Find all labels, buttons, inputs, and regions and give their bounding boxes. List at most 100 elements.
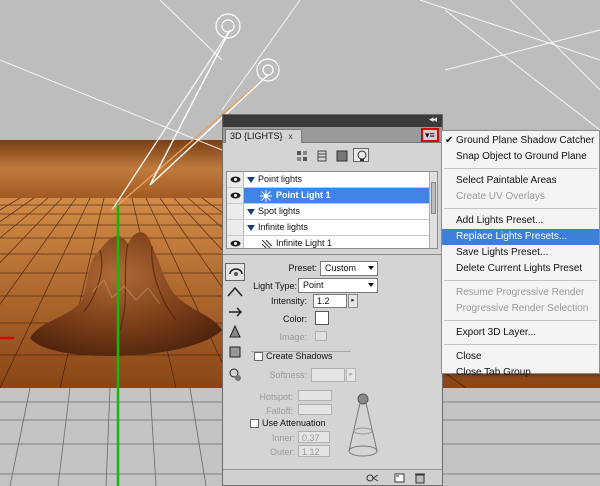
eye-icon[interactable] <box>227 172 244 187</box>
falloff-input[interactable] <box>298 404 332 415</box>
menu-item-label: Add Lights Preset... <box>456 215 544 226</box>
image-label: Image: <box>279 332 307 342</box>
menu-item-progressive-render-selection[interactable]: Progressive Render Selection <box>442 301 599 317</box>
menu-separator <box>444 208 597 209</box>
eye-icon[interactable] <box>227 204 244 219</box>
menu-item-label: Save Lights Preset... <box>456 247 549 258</box>
menu-item-label: Select Paintable Areas <box>456 175 557 186</box>
list-item[interactable]: Point Light 1 <box>227 188 430 204</box>
create-shadows-checkbox[interactable] <box>254 352 263 361</box>
scrollbar-thumb[interactable] <box>431 182 436 214</box>
use-attenuation-label: Use Attenuation <box>262 418 326 428</box>
use-attenuation-checkbox[interactable] <box>250 419 259 428</box>
intensity-label: Intensity: <box>270 296 307 306</box>
3d-lights-panel: ◂◂ 3D {LIGHTS} x ▾≡ Point lights Point L… <box>222 114 443 486</box>
softness-label: Softness: <box>269 370 307 380</box>
menu-item-snap-object-to-ground-plane[interactable]: Snap Object to Ground Plane <box>442 149 599 165</box>
outer-label: Outer: <box>269 447 295 457</box>
list-item-label: Point lights <box>258 174 303 184</box>
collapse-panel-icon[interactable]: ◂◂ <box>429 114 437 125</box>
panel-bottom-bar <box>223 469 442 485</box>
menu-item-ground-plane-shadow-catcher[interactable]: ✔ Ground Plane Shadow Catcher <box>442 133 599 149</box>
menu-item-close[interactable]: Close <box>442 349 599 365</box>
spotlight-cone-icon <box>348 393 378 457</box>
eye-icon[interactable] <box>227 220 244 235</box>
softness-slider-button[interactable]: ▸ <box>346 368 356 382</box>
infinite-light-icon <box>261 239 272 248</box>
light-cone-tool-icon[interactable] <box>225 323 245 341</box>
menu-item-label: Resume Progressive Render <box>456 287 585 298</box>
menu-item-delete-current-lights-preset[interactable]: Delete Current Lights Preset <box>442 261 599 277</box>
light-type-value: Point <box>303 280 324 290</box>
scene-filter-toolbar <box>223 144 442 170</box>
menu-item-create-uv-overlays[interactable]: Create UV Overlays <box>442 189 599 205</box>
lights-icon[interactable] <box>353 148 369 162</box>
menu-item-label: Progressive Render Selection <box>456 303 589 314</box>
list-item[interactable]: Point lights <box>227 172 430 188</box>
menu-item-resume-progressive-render[interactable]: Resume Progressive Render <box>442 285 599 301</box>
light-origin-tool-icon[interactable] <box>225 343 245 361</box>
list-item-label: Spot lights <box>258 206 301 216</box>
menu-item-export-3d-layer[interactable]: Export 3D Layer... <box>442 325 599 341</box>
chevron-down-icon <box>368 266 374 270</box>
menu-item-label: Create UV Overlays <box>456 191 545 202</box>
preset-dropdown[interactable]: Custom <box>320 261 378 276</box>
expand-triangle-icon[interactable] <box>247 177 255 183</box>
tab-3d-lights[interactable]: 3D {LIGHTS} x <box>225 129 302 143</box>
menu-item-replace-lights-presets[interactable]: Replace Lights Presets... <box>442 229 599 245</box>
materials-icon[interactable] <box>333 148 349 162</box>
menu-item-label: Ground Plane Shadow Catcher <box>456 135 595 146</box>
expand-triangle-icon[interactable] <box>247 209 255 215</box>
light-color-swatch[interactable] <box>315 311 329 325</box>
outer-input[interactable]: 1.12 <box>298 445 330 457</box>
slide-light-tool-icon[interactable] <box>225 303 245 321</box>
falloff-label: Falloff: <box>266 406 293 416</box>
menu-separator <box>444 320 597 321</box>
tab-label: 3D {LIGHTS} <box>230 131 283 141</box>
point-light-icon <box>260 190 272 202</box>
list-item[interactable]: Spot lights <box>227 204 430 220</box>
chevron-down-icon <box>368 283 374 287</box>
light-type-dropdown[interactable]: Point <box>298 278 378 293</box>
list-item[interactable]: Infinite Light 1 <box>227 236 430 248</box>
close-tab-icon[interactable]: x <box>289 132 293 141</box>
menu-item-save-lights-preset[interactable]: Save Lights Preset... <box>442 245 599 261</box>
new-light-icon[interactable] <box>393 472 407 484</box>
expand-triangle-icon[interactable] <box>247 225 255 231</box>
list-item-label: Infinite Light 1 <box>276 238 333 248</box>
hotspot-input[interactable] <box>298 390 332 401</box>
eye-icon[interactable] <box>227 236 244 248</box>
menu-item-select-paintable-areas[interactable]: Select Paintable Areas <box>442 173 599 189</box>
lights-list-scrollbar[interactable] <box>429 172 437 248</box>
pan-light-tool-icon[interactable] <box>225 283 245 301</box>
panel-title-strip[interactable]: ◂◂ <box>223 114 442 127</box>
intensity-slider-button[interactable]: ▸ <box>348 294 358 308</box>
menu-item-label: Delete Current Lights Preset <box>456 263 583 274</box>
panel-menu-button[interactable]: ▾≡ <box>421 128 439 142</box>
panel-tab-bar: 3D {LIGHTS} x ▾≡ <box>223 127 442 143</box>
inner-label: Inner: <box>271 433 295 443</box>
color-label: Color: <box>282 314 307 324</box>
softness-input[interactable] <box>311 368 345 382</box>
eye-icon[interactable] <box>227 188 244 203</box>
rotate-light-tool-icon[interactable] <box>225 263 245 281</box>
inner-input[interactable]: 0.37 <box>298 431 330 443</box>
meshes-icon[interactable] <box>313 148 329 162</box>
toggle-light-guides-icon[interactable] <box>365 472 379 484</box>
intensity-input[interactable]: 1.2 <box>313 294 347 308</box>
list-item[interactable]: Infinite lights <box>227 220 430 236</box>
light-type-label: Light Type: <box>253 281 297 291</box>
menu-item-add-lights-preset[interactable]: Add Lights Preset... <box>442 213 599 229</box>
menu-item-close-tab-group[interactable]: Close Tab Group <box>442 365 599 381</box>
lights-list[interactable]: Point lights Point Light 1 Spot lights I… <box>226 171 438 249</box>
checkmark-icon: ✔ <box>445 135 454 146</box>
add-light-tool-icon[interactable] <box>225 365 245 383</box>
whole-scene-icon[interactable] <box>293 148 309 162</box>
menu-item-label: Replace Lights Presets... <box>456 231 568 242</box>
intensity-value: 1.2 <box>317 296 330 306</box>
menu-item-label: Snap Object to Ground Plane <box>456 151 587 162</box>
menu-item-label: Export 3D Layer... <box>456 327 537 338</box>
inner-value: 0.37 <box>302 433 320 443</box>
delete-light-icon[interactable] <box>413 472 427 484</box>
create-shadows-label: Create Shadows <box>266 351 333 361</box>
